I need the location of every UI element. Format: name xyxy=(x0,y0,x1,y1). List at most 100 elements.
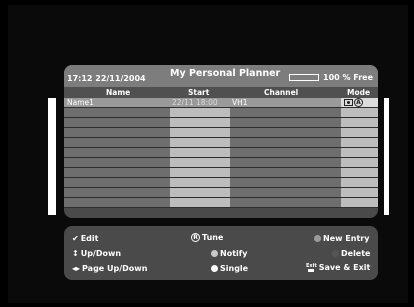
cell-start xyxy=(170,158,230,167)
cell-mode xyxy=(341,148,378,157)
cell-name xyxy=(64,158,170,167)
page-title: My Personal Planner xyxy=(170,68,281,79)
table-row[interactable] xyxy=(64,118,378,128)
new-entry-dot-icon xyxy=(314,235,321,242)
cell-name xyxy=(64,108,170,117)
alarm-icon: A xyxy=(354,98,363,107)
cell-channel xyxy=(230,118,341,127)
legend-new-entry: New Entry xyxy=(314,234,369,243)
table-row[interactable] xyxy=(64,108,378,118)
cell-channel xyxy=(230,138,341,147)
cell-start xyxy=(170,178,230,187)
cell-mode xyxy=(341,138,378,147)
check-icon: ✔ xyxy=(72,234,79,243)
right-border-bar xyxy=(384,98,389,215)
cell-channel xyxy=(230,108,341,117)
cell-start xyxy=(170,188,230,197)
cell-channel: VH1 xyxy=(230,98,341,107)
cell-name xyxy=(64,198,170,207)
legend-updown-label: Up/Down xyxy=(80,249,122,258)
up-down-arrow-icon: ↕ xyxy=(72,249,79,258)
cell-channel xyxy=(230,188,341,197)
column-header-channel: Channel xyxy=(264,88,299,97)
cell-name xyxy=(64,138,170,147)
notify-dot-icon xyxy=(211,250,218,257)
legend-single-label: Single xyxy=(220,264,249,273)
cell-name xyxy=(64,188,170,197)
cell-mode xyxy=(341,188,378,197)
legend-updown: ↕ Up/Down xyxy=(72,249,121,258)
cell-channel xyxy=(230,148,341,157)
table-row[interactable] xyxy=(64,128,378,138)
cell-name xyxy=(64,118,170,127)
cell-start xyxy=(170,168,230,177)
cell-name xyxy=(64,178,170,187)
exit-key-icon: Exit xyxy=(306,262,317,272)
planner-table: Name1 22/11 18:00 VH1 A xyxy=(64,98,378,208)
legend-save-exit: Exit Save & Exit xyxy=(306,263,370,272)
table-row[interactable]: Name1 22/11 18:00 VH1 A xyxy=(64,98,378,108)
cell-name xyxy=(64,128,170,137)
column-headers: Name Start Channel Mode xyxy=(64,87,378,98)
legend-tune: R Tune xyxy=(191,233,223,242)
cell-start: 22/11 18:00 xyxy=(170,98,230,107)
legend-notify: Notify xyxy=(211,249,247,258)
legend-delete: Delete xyxy=(332,249,370,258)
legend-delete-label: Delete xyxy=(341,249,371,258)
cell-name xyxy=(64,148,170,157)
legend-edit-label: Edit xyxy=(80,234,99,243)
single-dot-icon xyxy=(211,265,218,272)
column-header-start: Start xyxy=(188,88,210,97)
cell-name: Name1 xyxy=(64,98,170,107)
cell-start xyxy=(170,128,230,137)
cell-mode xyxy=(341,178,378,187)
key-legend: ✔ Edit R Tune New Entry ↕ Up/Down Notify… xyxy=(64,226,378,280)
legend-edit: ✔ Edit xyxy=(72,234,98,243)
column-header-mode: Mode xyxy=(347,88,371,97)
table-row[interactable] xyxy=(64,138,378,148)
table-row[interactable] xyxy=(64,168,378,178)
exit-key-label: Exit xyxy=(306,262,317,269)
legend-tune-label: Tune xyxy=(202,233,224,242)
legend-page-updown-label: Page Up/Down xyxy=(82,264,148,273)
cell-mode xyxy=(341,108,378,117)
cell-mode xyxy=(341,198,378,207)
cell-channel xyxy=(230,128,341,137)
table-row[interactable] xyxy=(64,198,378,208)
cell-channel xyxy=(230,178,341,187)
planner-panel: 17:12 22/11/2004 My Personal Planner 100… xyxy=(64,65,378,218)
cell-start xyxy=(170,108,230,117)
table-row[interactable] xyxy=(64,188,378,198)
cell-mode: A xyxy=(341,98,378,107)
left-border-bar xyxy=(48,98,56,215)
table-row[interactable] xyxy=(64,158,378,168)
cell-name xyxy=(64,168,170,177)
cell-mode xyxy=(341,158,378,167)
cell-start xyxy=(170,118,230,127)
r-key-icon: R xyxy=(191,233,200,242)
cell-channel xyxy=(230,198,341,207)
clock: 17:12 22/11/2004 xyxy=(67,74,146,83)
cell-mode xyxy=(341,168,378,177)
planner-header: 17:12 22/11/2004 My Personal Planner 100… xyxy=(64,65,378,87)
delete-dot-icon xyxy=(332,250,339,257)
legend-save-exit-label: Save & Exit xyxy=(318,263,371,272)
legend-new-entry-label: New Entry xyxy=(323,234,370,243)
column-header-name: Name xyxy=(106,88,131,97)
legend-single: Single xyxy=(211,264,248,273)
legend-notify-label: Notify xyxy=(220,249,248,258)
cell-start xyxy=(170,138,230,147)
legend-page-updown: ◂▸ Page Up/Down xyxy=(72,264,147,273)
left-right-arrow-icon: ◂▸ xyxy=(72,264,81,273)
table-row[interactable] xyxy=(64,148,378,158)
record-icon xyxy=(344,99,353,106)
cell-start xyxy=(170,148,230,157)
memory-gauge xyxy=(289,74,319,81)
cell-start xyxy=(170,198,230,207)
cell-mode xyxy=(341,128,378,137)
free-label: 100 % Free xyxy=(323,73,374,82)
cell-channel xyxy=(230,158,341,167)
table-row[interactable] xyxy=(64,178,378,188)
cell-mode xyxy=(341,118,378,127)
cell-channel xyxy=(230,168,341,177)
